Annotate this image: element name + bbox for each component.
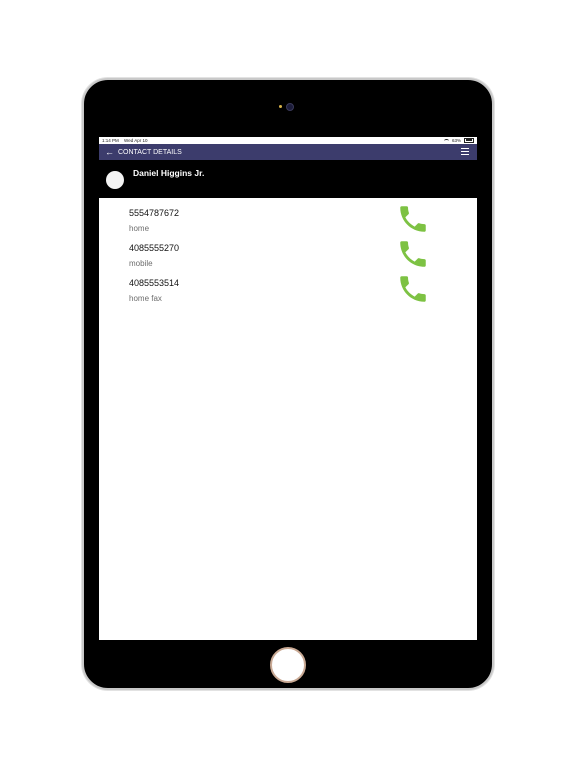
page-title: CONTACT DETAILS [118, 148, 182, 156]
contact-header: Daniel Higgins Jr. [99, 160, 477, 198]
arrow-left-icon[interactable]: ← [105, 147, 114, 157]
phone-number: 4085553514 [129, 278, 180, 288]
contact-name: Daniel Higgins Jr. [133, 168, 205, 178]
front-camera [286, 103, 294, 111]
battery-percent: 63% [451, 138, 461, 143]
nav-bar: ← CONTACT DETAILS [99, 144, 477, 160]
phone-number: 4085555270 [129, 243, 180, 253]
status-date: Wed Apr 10 [124, 138, 148, 143]
phone-type: mobile [129, 259, 153, 268]
battery-icon [464, 137, 474, 144]
phone-item[interactable]: 4085553514 home fax [99, 276, 477, 313]
phone-icon[interactable] [396, 237, 430, 271]
phone-type: home [129, 224, 150, 233]
sensor-dot [279, 105, 282, 108]
wifi-icon [443, 138, 449, 143]
status-time: 1:14 PM [102, 138, 119, 143]
avatar [106, 171, 124, 189]
phone-type: home fax [129, 294, 162, 303]
home-button[interactable] [270, 647, 306, 683]
phone-icon[interactable] [396, 202, 430, 236]
phone-number: 5554787672 [129, 208, 180, 218]
phone-icon[interactable] [396, 272, 430, 306]
hamburger-menu-icon[interactable] [461, 148, 469, 155]
status-bar: 1:14 PM Wed Apr 10 63% [99, 137, 477, 144]
app-screen: 1:14 PM Wed Apr 10 63% ← CONTACT DETAILS… [99, 137, 477, 640]
